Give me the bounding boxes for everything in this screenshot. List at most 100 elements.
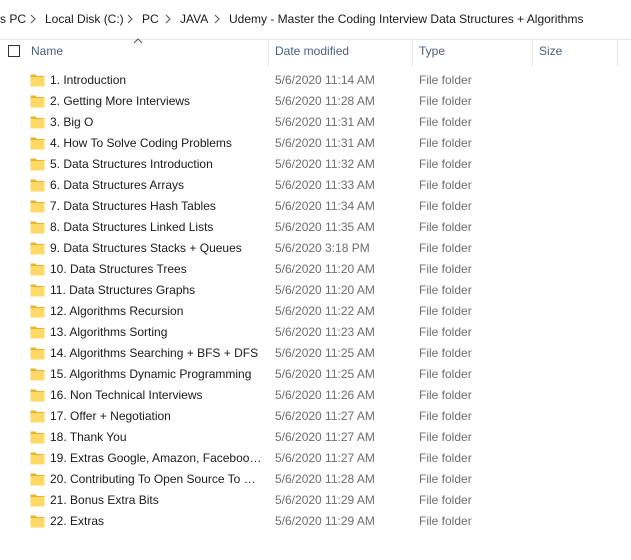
file-row[interactable]: 13. Algorithms Sorting 5/6/2020 11:23 AM F…	[0, 322, 631, 343]
chevron-right-icon[interactable]	[125, 13, 135, 25]
file-name[interactable]: 14. Algorithms Searching + BFS + DFS	[50, 346, 262, 360]
folder-icon	[30, 409, 45, 423]
file-date-modified: 5/6/2020 11:25 AM	[275, 346, 375, 360]
file-name[interactable]: 7. Data Structures Hash Tables	[50, 199, 262, 213]
breadcrumb-item-java[interactable]: JAVA	[180, 12, 208, 26]
file-date-modified: 5/6/2020 11:29 AM	[275, 493, 375, 507]
file-row[interactable]: 17. Offer + Negotiation 5/6/2020 11:27 AM…	[0, 406, 631, 427]
breadcrumb-item-current-folder[interactable]: Udemy - Master the Coding Interview Data…	[229, 12, 583, 26]
file-row[interactable]: 12. Algorithms Recursion 5/6/2020 11:22 A…	[0, 301, 631, 322]
select-all-checkbox[interactable]	[8, 45, 20, 57]
file-row[interactable]: 6. Data Structures Arrays 5/6/2020 11:33 …	[0, 175, 631, 196]
file-name[interactable]: 8. Data Structures Linked Lists	[50, 220, 262, 234]
chevron-right-icon[interactable]	[28, 13, 38, 25]
file-name[interactable]: 20. Contributing To Open Source To G...	[50, 472, 262, 486]
file-date-modified: 5/6/2020 11:27 AM	[275, 409, 375, 423]
chevron-right-icon[interactable]	[163, 13, 173, 25]
file-row[interactable]: 4. How To Solve Coding Problems 5/6/2020 …	[0, 133, 631, 154]
file-name[interactable]: 16. Non Technical Interviews	[50, 388, 262, 402]
file-row[interactable]: 21. Bonus Extra Bits 5/6/2020 11:29 AM Fil…	[0, 490, 631, 511]
file-date-modified: 5/6/2020 11:28 AM	[275, 94, 375, 108]
file-name[interactable]: 6. Data Structures Arrays	[50, 178, 262, 192]
file-type: File folder	[419, 472, 472, 486]
folder-icon	[30, 241, 45, 255]
folder-icon	[30, 73, 45, 87]
file-name[interactable]: 10. Data Structures Trees	[50, 262, 262, 276]
file-name[interactable]: 22. Extras	[50, 514, 262, 528]
file-name[interactable]: 17. Offer + Negotiation	[50, 409, 262, 423]
file-row[interactable]: 5. Data Structures Introduction 5/6/2020 …	[0, 154, 631, 175]
file-type: File folder	[419, 73, 472, 87]
column-divider[interactable]	[268, 40, 269, 66]
file-type: File folder	[419, 115, 472, 129]
file-row[interactable]: 7. Data Structures Hash Tables 5/6/2020 1…	[0, 196, 631, 217]
chevron-right-icon[interactable]	[212, 13, 222, 25]
file-name[interactable]: 3. Big O	[50, 115, 262, 129]
file-type: File folder	[419, 199, 472, 213]
column-header-type[interactable]: Type	[419, 44, 445, 58]
file-date-modified: 5/6/2020 11:20 AM	[275, 262, 375, 276]
file-name[interactable]: 9. Data Structures Stacks + Queues	[50, 241, 262, 255]
file-date-modified: 5/6/2020 11:33 AM	[275, 178, 375, 192]
folder-icon	[30, 388, 45, 402]
file-date-modified: 5/6/2020 11:23 AM	[275, 325, 375, 339]
file-name[interactable]: 18. Thank You	[50, 430, 262, 444]
file-name[interactable]: 1. Introduction	[50, 73, 262, 87]
file-name[interactable]: 2. Getting More Interviews	[50, 94, 262, 108]
file-row[interactable]: 18. Thank You 5/6/2020 11:27 AM File folde…	[0, 427, 631, 448]
file-row[interactable]: 2. Getting More Interviews 5/6/2020 11:28…	[0, 91, 631, 112]
file-row[interactable]: 14. Algorithms Searching + BFS + DFS 5/6/…	[0, 343, 631, 364]
file-name[interactable]: 4. How To Solve Coding Problems	[50, 136, 262, 150]
file-date-modified: 5/6/2020 11:27 AM	[275, 430, 375, 444]
breadcrumb-item-pc[interactable]: PC	[142, 12, 159, 26]
folder-icon	[30, 283, 45, 297]
file-name[interactable]: 12. Algorithms Recursion	[50, 304, 262, 318]
file-row[interactable]: 16. Non Technical Interviews 5/6/2020 11:…	[0, 385, 631, 406]
file-name[interactable]: 5. Data Structures Introduction	[50, 157, 262, 171]
file-name[interactable]: 21. Bonus Extra Bits	[50, 493, 262, 507]
file-date-modified: 5/6/2020 11:31 AM	[275, 115, 375, 129]
column-divider[interactable]	[617, 40, 618, 66]
file-name[interactable]: 19. Extras Google, Amazon, Facebook ...	[50, 451, 262, 465]
folder-icon	[30, 220, 45, 234]
file-row[interactable]: 19. Extras Google, Amazon, Facebook ... 5…	[0, 448, 631, 469]
file-name[interactable]: 11. Data Structures Graphs	[50, 283, 262, 297]
file-row[interactable]: 15. Algorithms Dynamic Programming 5/6/20…	[0, 364, 631, 385]
file-row[interactable]: 22. Extras 5/6/2020 11:29 AM File folder	[0, 511, 631, 532]
file-row[interactable]: 8. Data Structures Linked Lists 5/6/2020 …	[0, 217, 631, 238]
folder-icon	[30, 514, 45, 528]
file-type: File folder	[419, 430, 472, 444]
folder-icon	[30, 199, 45, 213]
column-divider[interactable]	[532, 40, 533, 66]
file-row[interactable]: 10. Data Structures Trees 5/6/2020 11:20 …	[0, 259, 631, 280]
file-type: File folder	[419, 136, 472, 150]
file-type: File folder	[419, 325, 472, 339]
file-type: File folder	[419, 262, 472, 276]
file-date-modified: 5/6/2020 11:20 AM	[275, 283, 375, 297]
breadcrumb-item-local-disk[interactable]: Local Disk (C:)	[45, 12, 124, 26]
folder-icon	[30, 262, 45, 276]
file-row[interactable]: 3. Big O 5/6/2020 11:31 AM File folder	[0, 112, 631, 133]
file-row[interactable]: 9. Data Structures Stacks + Queues 5/6/20…	[0, 238, 631, 259]
file-row[interactable]: 11. Data Structures Graphs 5/6/2020 11:20…	[0, 280, 631, 301]
file-date-modified: 5/6/2020 11:25 AM	[275, 367, 375, 381]
file-date-modified: 5/6/2020 11:22 AM	[275, 304, 375, 318]
file-type: File folder	[419, 346, 472, 360]
file-type: File folder	[419, 409, 472, 423]
folder-icon	[30, 430, 45, 444]
column-divider[interactable]	[412, 40, 413, 66]
file-list: 1. Introduction 5/6/2020 11:14 AM File fol…	[0, 70, 631, 532]
folder-icon	[30, 115, 45, 129]
file-date-modified: 5/6/2020 11:14 AM	[275, 73, 375, 87]
file-type: File folder	[419, 241, 472, 255]
column-header-name[interactable]: Name	[31, 44, 63, 58]
file-type: File folder	[419, 493, 472, 507]
column-header-size[interactable]: Size	[539, 44, 562, 58]
file-name[interactable]: 13. Algorithms Sorting	[50, 325, 262, 339]
file-row[interactable]: 20. Contributing To Open Source To G... 5…	[0, 469, 631, 490]
column-header-date-modified[interactable]: Date modified	[275, 44, 349, 58]
file-type: File folder	[419, 388, 472, 402]
breadcrumb-item-this-pc[interactable]: s PC	[0, 12, 26, 26]
file-name[interactable]: 15. Algorithms Dynamic Programming	[50, 367, 262, 381]
file-row[interactable]: 1. Introduction 5/6/2020 11:14 AM File fol…	[0, 70, 631, 91]
